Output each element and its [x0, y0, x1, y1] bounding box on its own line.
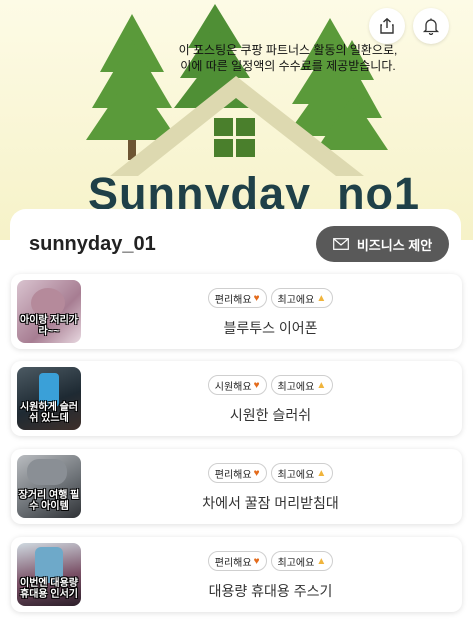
product-title: 대용량 휴대용 주스기 [208, 583, 333, 599]
heart-icon: ♥ [253, 379, 260, 391]
product-card[interactable]: 아이랑 저리가라~~ 편리해요 ♥ 최고에요 ▲ 블루투스 이어폰 [11, 274, 462, 349]
tag-badge: 최고에요 ▲ [270, 375, 334, 395]
thumbnail-caption: 아이랑 저리가라~~ [20, 315, 78, 337]
share-button[interactable] [369, 8, 405, 44]
thumbs-up-icon: ▲ [316, 379, 327, 391]
affiliate-disclosure: 이 포스팅은 쿠팡 파트너스 활동의 일환으로, 이에 따른 일정액의 수수료를… [0, 42, 473, 74]
notification-button[interactable] [413, 8, 449, 44]
share-icon [380, 17, 394, 34]
product-card[interactable]: 장거리 여행 필수 아이템 편리해요 ♥ 최고에요 ▲ 차에서 꿀잠 머리받침대 [11, 449, 462, 524]
thumbnail-caption: 시원하게 슬러쉬 있느데 [20, 402, 78, 424]
heart-icon: ♥ [253, 467, 260, 479]
heart-icon: ♥ [253, 555, 260, 567]
tag-badge: 편리해요 ♥ [207, 288, 267, 308]
business-proposal-button[interactable]: 비즈니스 제안 [316, 226, 449, 262]
product-card[interactable]: 이번엔 대용량 휴대용 인서기 편리해요 ♥ 최고에요 ▲ 대용량 휴대용 주스기 [11, 537, 462, 612]
heart-icon: ♥ [253, 292, 260, 304]
thumbs-up-icon: ▲ [316, 467, 327, 479]
thumbs-up-icon: ▲ [316, 292, 327, 304]
product-tags: 편리해요 ♥ 최고에요 ▲ [11, 551, 462, 571]
tag-badge: 최고에요 ▲ [270, 463, 334, 483]
tag-badge: 최고에요 ▲ [270, 288, 334, 308]
profile-cover: 이 포스팅은 쿠팡 파트너스 활동의 일환으로, 이에 따른 일정액의 수수료를… [0, 0, 473, 240]
product-title: 블루투스 이어폰 [223, 320, 318, 336]
tag-badge: 편리해요 ♥ [207, 463, 267, 483]
thumbs-up-icon: ▲ [316, 555, 327, 567]
tag-badge: 시원해요 ♥ [207, 375, 267, 395]
bell-icon [422, 18, 440, 35]
product-card[interactable]: 시원하게 슬러쉬 있느데 시원해요 ♥ 최고에요 ▲ 시원한 슬러쉬 [11, 361, 462, 436]
product-title: 차에서 꿀잠 머리받침대 [202, 495, 339, 511]
tag-badge: 최고에요 ▲ [270, 551, 334, 571]
tag-badge: 편리해요 ♥ [207, 551, 267, 571]
disclosure-line-2: 이에 따른 일정액의 수수료를 제공받습니다. [180, 59, 396, 73]
product-tags: 편리해요 ♥ 최고에요 ▲ [11, 463, 462, 483]
business-proposal-label: 비즈니스 제안 [356, 237, 433, 253]
profile-name: sunnyday_01 [29, 233, 156, 255]
product-title: 시원한 슬러쉬 [229, 407, 312, 423]
thumbnail-caption: 이번엔 대용량 휴대용 인서기 [20, 578, 78, 600]
disclosure-line-1: 이 포스팅은 쿠팡 파트너스 활동의 일환으로, [178, 43, 398, 57]
product-tags: 편리해요 ♥ 최고에요 ▲ [11, 288, 462, 308]
envelope-icon [332, 238, 349, 250]
product-tags: 시원해요 ♥ 최고에요 ▲ [11, 375, 462, 395]
thumbnail-caption: 장거리 여행 필수 아이템 [18, 490, 80, 512]
